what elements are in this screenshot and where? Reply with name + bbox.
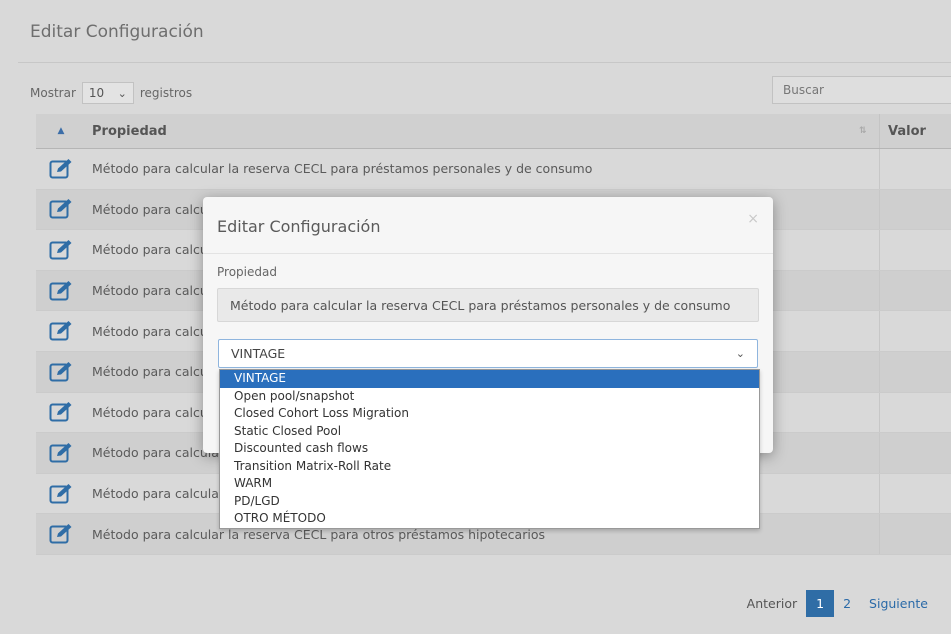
modal-divider — [203, 253, 773, 254]
property-label: Propiedad — [217, 265, 277, 279]
method-dropdown-list: VINTAGE Open pool/snapshot Closed Cohort L… — [219, 369, 760, 529]
search-input[interactable]: Buscar — [772, 76, 951, 104]
edit-button[interactable] — [36, 198, 86, 220]
table-header: ▲ Propiedad ⇅ Valor — [36, 114, 951, 149]
column-header-value-label: Valor — [888, 123, 926, 139]
pagination-page-1[interactable]: 1 — [806, 590, 835, 617]
pagination: Anterior 1 2 Siguiente — [738, 590, 937, 617]
pagination-next[interactable]: Siguiente — [860, 590, 937, 617]
search-placeholder: Buscar — [783, 83, 824, 97]
dropdown-option[interactable]: VINTAGE — [220, 370, 759, 388]
row-value — [879, 351, 951, 392]
pagination-prev[interactable]: Anterior — [738, 590, 806, 617]
close-icon[interactable]: × — [747, 211, 759, 227]
edit-button[interactable] — [36, 320, 86, 342]
row-value — [879, 311, 951, 351]
pagination-page-2[interactable]: 2 — [834, 590, 860, 617]
row-value — [879, 270, 951, 311]
row-value — [879, 473, 951, 514]
length-control: Mostrar 10 ⌄ registros — [30, 82, 192, 104]
method-select-value: VINTAGE — [231, 346, 286, 361]
modal-title: Editar Configuración — [217, 217, 381, 236]
sort-icon: ⇅ — [859, 126, 867, 136]
length-prefix: Mostrar — [30, 86, 76, 100]
edit-icon — [49, 442, 72, 463]
edit-icon — [49, 239, 72, 260]
dropdown-option[interactable]: OTRO MÉTODO — [220, 510, 759, 528]
row-value — [879, 433, 951, 473]
edit-icon — [49, 158, 72, 179]
dropdown-option[interactable]: PD/LGD — [220, 493, 759, 511]
table-row: Método para calcular la reserva CECL par… — [36, 149, 951, 190]
edit-button[interactable] — [36, 280, 86, 302]
dropdown-option[interactable]: WARM — [220, 475, 759, 493]
page-title: Editar Configuración — [30, 22, 204, 42]
row-value — [879, 230, 951, 270]
edit-button[interactable] — [36, 158, 86, 180]
edit-button[interactable] — [36, 442, 86, 464]
dropdown-option[interactable]: Transition Matrix-Roll Rate — [220, 458, 759, 476]
dropdown-option[interactable]: Static Closed Pool — [220, 423, 759, 441]
row-value — [879, 514, 951, 554]
edit-icon — [49, 321, 72, 341]
chevron-down-icon: ⌄ — [117, 86, 127, 100]
edit-icon — [49, 280, 72, 301]
edit-button[interactable] — [36, 401, 86, 423]
edit-icon — [49, 483, 72, 504]
edit-icon — [49, 402, 72, 422]
column-header-value[interactable]: Valor — [879, 114, 951, 148]
chevron-down-icon: ⌄ — [735, 347, 745, 360]
edit-button[interactable] — [36, 361, 86, 383]
row-value — [879, 149, 951, 189]
property-field: Método para calcular la reserva CECL par… — [217, 288, 759, 322]
edit-icon — [49, 361, 72, 382]
property-value: Método para calcular la reserva CECL par… — [230, 297, 731, 313]
method-select[interactable]: VINTAGE ⌄ — [218, 339, 758, 368]
dropdown-option[interactable]: Open pool/snapshot — [220, 388, 759, 406]
row-value — [879, 392, 951, 433]
sort-asc-icon[interactable]: ▲ — [36, 126, 86, 136]
column-header-property[interactable]: Propiedad — [86, 124, 859, 139]
row-value — [879, 189, 951, 230]
length-value: 10 — [88, 86, 105, 100]
edit-button[interactable] — [36, 239, 86, 261]
dropdown-option[interactable]: Discounted cash flows — [220, 440, 759, 458]
dropdown-option[interactable]: Closed Cohort Loss Migration — [220, 405, 759, 423]
length-suffix: registros — [139, 86, 193, 100]
row-property: Método para calcular la reserva CECL par… — [92, 526, 545, 542]
edit-button[interactable] — [36, 483, 86, 505]
length-select[interactable]: 10 ⌄ — [81, 82, 134, 104]
row-property: Método para calcular la reserva CECL par… — [92, 161, 593, 177]
edit-button[interactable] — [36, 523, 86, 545]
edit-icon — [49, 199, 72, 219]
edit-icon — [49, 524, 72, 544]
title-divider — [18, 62, 951, 63]
